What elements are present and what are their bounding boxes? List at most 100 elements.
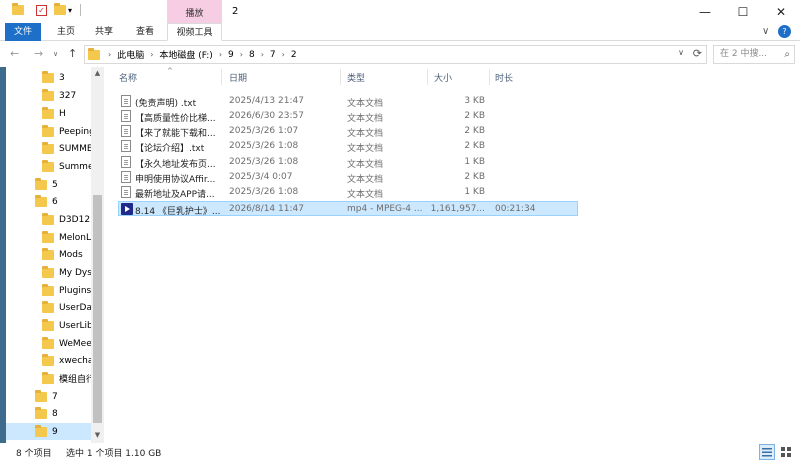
tab-video-tools[interactable]: 视频工具 (167, 23, 222, 41)
column-divider[interactable] (427, 69, 428, 85)
search-icon: ⌕ (784, 49, 790, 60)
file-row[interactable]: 【来了就能下载和... 2025/3/26 1:07 文本文档 2 KB (118, 124, 578, 139)
tree-item-xwechat[interactable]: xwechat (42, 352, 91, 369)
tree-label: WeMeet (59, 338, 91, 349)
tree-item-mods[interactable]: Mods (42, 246, 91, 263)
tree-item-summer[interactable]: Summer (42, 158, 91, 175)
back-button[interactable]: ← (10, 47, 19, 60)
address-bar[interactable]: › 此电脑 › 本地磁盘 (F:) › 9 › 8 › 7 › 2 ∨ ⟳ (84, 45, 707, 64)
column-header-type[interactable]: 类型 (347, 71, 365, 84)
folder-icon (42, 141, 54, 154)
column-divider[interactable] (489, 69, 490, 85)
forward-button[interactable]: → (34, 47, 43, 60)
folder-icon (42, 88, 54, 101)
crumb-separator: › (218, 50, 223, 59)
tab-home[interactable]: 主页 (48, 23, 84, 41)
title-bar: ✓ ▾ 播放 2 — ☐ ✕ (0, 0, 800, 23)
column-header-name[interactable]: 名称 (119, 71, 137, 84)
maximize-button[interactable]: ☐ (724, 0, 762, 23)
file-row[interactable]: 申明使用协议Affir... 2025/3/4 0:07 文本文档 2 KB (118, 170, 578, 185)
tree-item-9[interactable]: 9 (6, 423, 91, 440)
refresh-icon[interactable]: ⟳ (693, 47, 702, 60)
column-header-duration[interactable]: 时长 (495, 71, 513, 84)
expand-ribbon-icon[interactable]: ∨ (762, 26, 769, 37)
large-icons-view-button[interactable] (778, 444, 794, 460)
minimize-button[interactable]: — (686, 0, 724, 23)
nav-scrollbar[interactable]: ▲ ▼ (91, 67, 104, 443)
tree-item-8[interactable]: 8 (35, 405, 91, 422)
properties-icon[interactable]: ✓ (36, 5, 47, 16)
text-file-icon (121, 140, 131, 152)
crumb-folder-2[interactable]: 2 (291, 50, 297, 60)
new-folder-icon[interactable] (54, 3, 66, 15)
details-view-button[interactable] (759, 444, 775, 460)
crumb-folder-7[interactable]: 7 (270, 50, 276, 60)
column-divider[interactable] (340, 69, 341, 85)
tree-item-h[interactable]: H (42, 105, 91, 122)
context-tab-play[interactable]: 播放 (167, 0, 222, 23)
tree-item-summer-upper[interactable]: SUMMER (42, 140, 91, 157)
scroll-down-button[interactable]: ▼ (91, 431, 104, 439)
crumb-folder-9[interactable]: 9 (228, 50, 234, 60)
tree-item-327[interactable]: 327 (42, 87, 91, 104)
tree-item-5[interactable]: 5 (35, 176, 91, 193)
navigation-pane[interactable]: 3 327 H Peeping SUMMER Summer 5 6 D3D12 … (0, 67, 104, 443)
tree-label: UserLibs (59, 320, 91, 331)
folder-icon (42, 283, 54, 296)
quick-access-folder-icon[interactable] (12, 3, 24, 15)
tree-item-peeping[interactable]: Peeping (42, 123, 91, 140)
tree-label: Mods (59, 249, 83, 260)
tree-item-mods-self[interactable]: 模组自行 (42, 370, 91, 387)
file-date: 2026/8/14 11:47 (229, 204, 304, 214)
tab-view[interactable]: 查看 (127, 23, 163, 41)
tree-item-userlibs[interactable]: UserLibs (42, 317, 91, 334)
folder-icon (42, 300, 54, 313)
file-row[interactable]: 【高质量性价比梯... 2026/6/30 23:57 文本文档 2 KB (118, 109, 578, 124)
file-list[interactable]: 名称 ^ 日期 类型 大小 时长 (免责声明) .txt 2025/4/13 2… (104, 67, 800, 443)
tab-file[interactable]: 文件 (5, 23, 41, 41)
tree-item-d3d12[interactable]: D3D12 (42, 211, 91, 228)
tree-item-userdata[interactable]: UserDat (42, 299, 91, 316)
up-button[interactable]: ↑ (68, 47, 77, 60)
file-name: 申明使用协议Affir... (135, 175, 216, 185)
tree-item-my-dystopia[interactable]: My Dyst (42, 264, 91, 281)
crumb-this-pc[interactable]: 此电脑 (117, 48, 144, 61)
column-header-size[interactable]: 大小 (434, 71, 452, 84)
crumb-folder-8[interactable]: 8 (249, 50, 255, 60)
file-row[interactable]: 【论坛介绍】.txt 2025/3/26 1:08 文本文档 2 KB (118, 139, 578, 154)
sort-ascending-icon: ^ (167, 67, 173, 75)
scroll-up-button[interactable]: ▲ (91, 69, 104, 77)
search-box[interactable]: 在 2 中搜... ⌕ (713, 45, 795, 64)
tree-item-3[interactable]: 3 (42, 69, 91, 86)
file-name: 【来了就能下载和... (135, 129, 216, 139)
help-icon[interactable]: ? (778, 25, 791, 38)
crumb-drive-f[interactable]: 本地磁盘 (F:) (159, 48, 212, 61)
tree-item-melonloader[interactable]: MelonLo (42, 229, 91, 246)
crumb-separator: › (108, 50, 112, 59)
tab-share[interactable]: 共享 (86, 23, 122, 41)
customize-toolbar-icon[interactable]: ▾ (68, 6, 72, 15)
file-row[interactable]: (免责声明) .txt 2025/4/13 21:47 文本文档 3 KB (118, 94, 578, 109)
address-dropdown-icon[interactable]: ∨ (678, 48, 684, 57)
file-row-selected[interactable]: 8.14 《巨乳护士》... 2026/8/14 11:47 mp4 - MPE… (118, 201, 578, 217)
tree-label: H (59, 108, 66, 119)
column-divider[interactable] (221, 69, 222, 85)
folder-icon (35, 177, 47, 190)
file-row[interactable]: 最新地址及APP请... 2025/3/26 1:08 文本文档 1 KB (118, 185, 578, 200)
file-type: 文本文档 (347, 129, 384, 139)
tree-item-wemeet[interactable]: WeMeet (42, 335, 91, 352)
file-date: 2025/3/26 1:08 (229, 157, 299, 167)
close-button[interactable]: ✕ (762, 0, 800, 23)
file-type: 文本文档 (347, 114, 384, 124)
folder-icon (42, 353, 54, 366)
tree-item-7[interactable]: 7 (35, 388, 91, 405)
address-folder-icon (88, 47, 100, 60)
column-header-date[interactable]: 日期 (229, 71, 247, 84)
file-row[interactable]: 【永久地址发布页... 2025/3/26 1:08 文本文档 1 KB (118, 155, 578, 170)
scroll-thumb[interactable] (93, 195, 102, 423)
tree-item-plugins[interactable]: Plugins (42, 282, 91, 299)
text-file-icon (121, 125, 131, 137)
folder-icon (42, 159, 54, 172)
tree-item-6[interactable]: 6 (35, 193, 91, 210)
recent-locations-icon[interactable]: ∨ (53, 50, 58, 58)
